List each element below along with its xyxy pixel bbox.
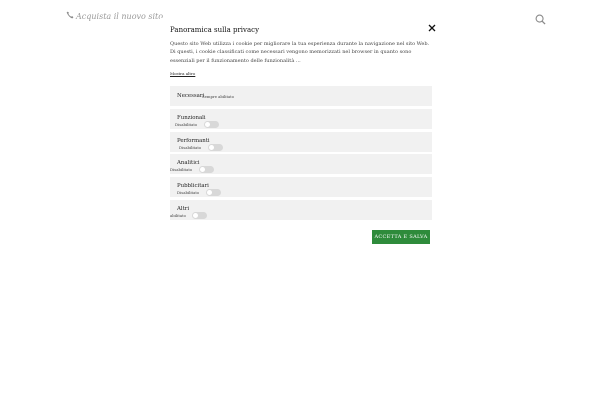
- buy-site-link[interactable]: Acquista il nuovo sito: [66, 11, 163, 21]
- category-label: Altri: [177, 205, 190, 212]
- category-status: Disabilitato: [179, 144, 202, 150]
- close-button[interactable]: [427, 18, 437, 32]
- category-status: Disabilitato: [175, 121, 198, 127]
- category-funzionali[interactable]: Funzionali Disabilitato: [170, 108, 432, 129]
- category-status: Sempre abilitato: [202, 94, 235, 99]
- category-toggle[interactable]: [192, 211, 207, 219]
- buy-site-label: Acquista il nuovo sito: [76, 11, 164, 21]
- cookie-categories: Necessari Sempre abilitato Funzionali Di…: [170, 86, 432, 223]
- accept-and-save-button[interactable]: ACCETTA E SALVA: [372, 230, 430, 244]
- category-status: abilitato: [170, 212, 186, 218]
- category-pubblicitari[interactable]: Pubblicitari Disabilitato: [170, 177, 432, 198]
- search-icon[interactable]: [535, 10, 546, 25]
- close-icon: [427, 18, 437, 37]
- show-more-link[interactable]: Mostra altro: [170, 71, 195, 76]
- category-label: Funzionali: [177, 114, 206, 121]
- phone-icon: [66, 11, 74, 21]
- category-analitici[interactable]: Analitici Disabilitato: [170, 154, 432, 175]
- privacy-description: Questo sito Web utilizza i cookie per mi…: [170, 41, 430, 64]
- category-label: Necessari: [177, 93, 205, 99]
- dialog-title: Panoramica sulla privacy: [170, 26, 260, 34]
- category-status: Disabilitato: [170, 167, 193, 173]
- category-toggle[interactable]: [204, 120, 219, 128]
- category-label: Performanti: [177, 137, 210, 144]
- category-toggle[interactable]: [199, 166, 214, 174]
- category-necessari[interactable]: Necessari Sempre abilitato: [170, 86, 432, 106]
- category-toggle[interactable]: [208, 143, 223, 151]
- category-label: Pubblicitari: [177, 183, 209, 190]
- privacy-overview-dialog: Panoramica sulla privacy Questo sito Web…: [160, 18, 440, 258]
- category-status: Disabilitato: [177, 190, 200, 196]
- category-performanti[interactable]: Performanti Disabilitato: [170, 131, 432, 152]
- category-toggle[interactable]: [206, 189, 221, 197]
- category-altri[interactable]: Altri abilitato: [170, 199, 432, 220]
- category-label: Analitici: [177, 160, 200, 167]
